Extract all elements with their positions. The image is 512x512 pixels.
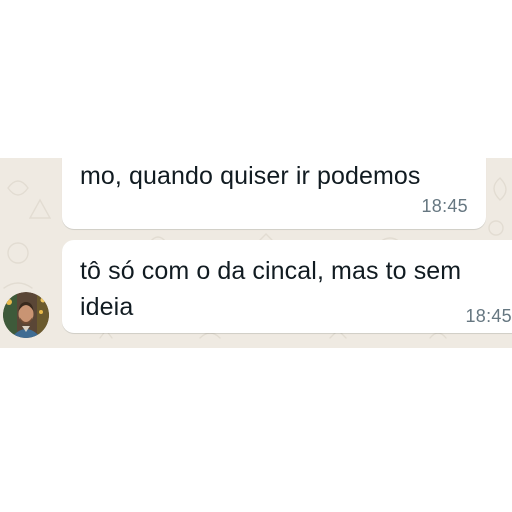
message-text: mo, quando quiser ir podemos: [80, 162, 421, 190]
message-bubble-incoming[interactable]: tô só com o da cincal, mas to sem ideia …: [62, 240, 512, 333]
message-text: tô só com o da cincal, mas to sem ideia: [80, 257, 469, 321]
message-timestamp: 18:45: [465, 306, 512, 326]
message-timestamp: 18:45: [421, 196, 468, 216]
page: mo, quando quiser ir podemos 18:45 tô só…: [0, 0, 512, 512]
avatar-photo-icon: [3, 292, 49, 338]
message-bubble-incoming[interactable]: mo, quando quiser ir podemos 18:45: [62, 158, 486, 229]
chat-background: mo, quando quiser ir podemos 18:45 tô só…: [0, 158, 512, 348]
contact-avatar[interactable]: [3, 292, 49, 338]
